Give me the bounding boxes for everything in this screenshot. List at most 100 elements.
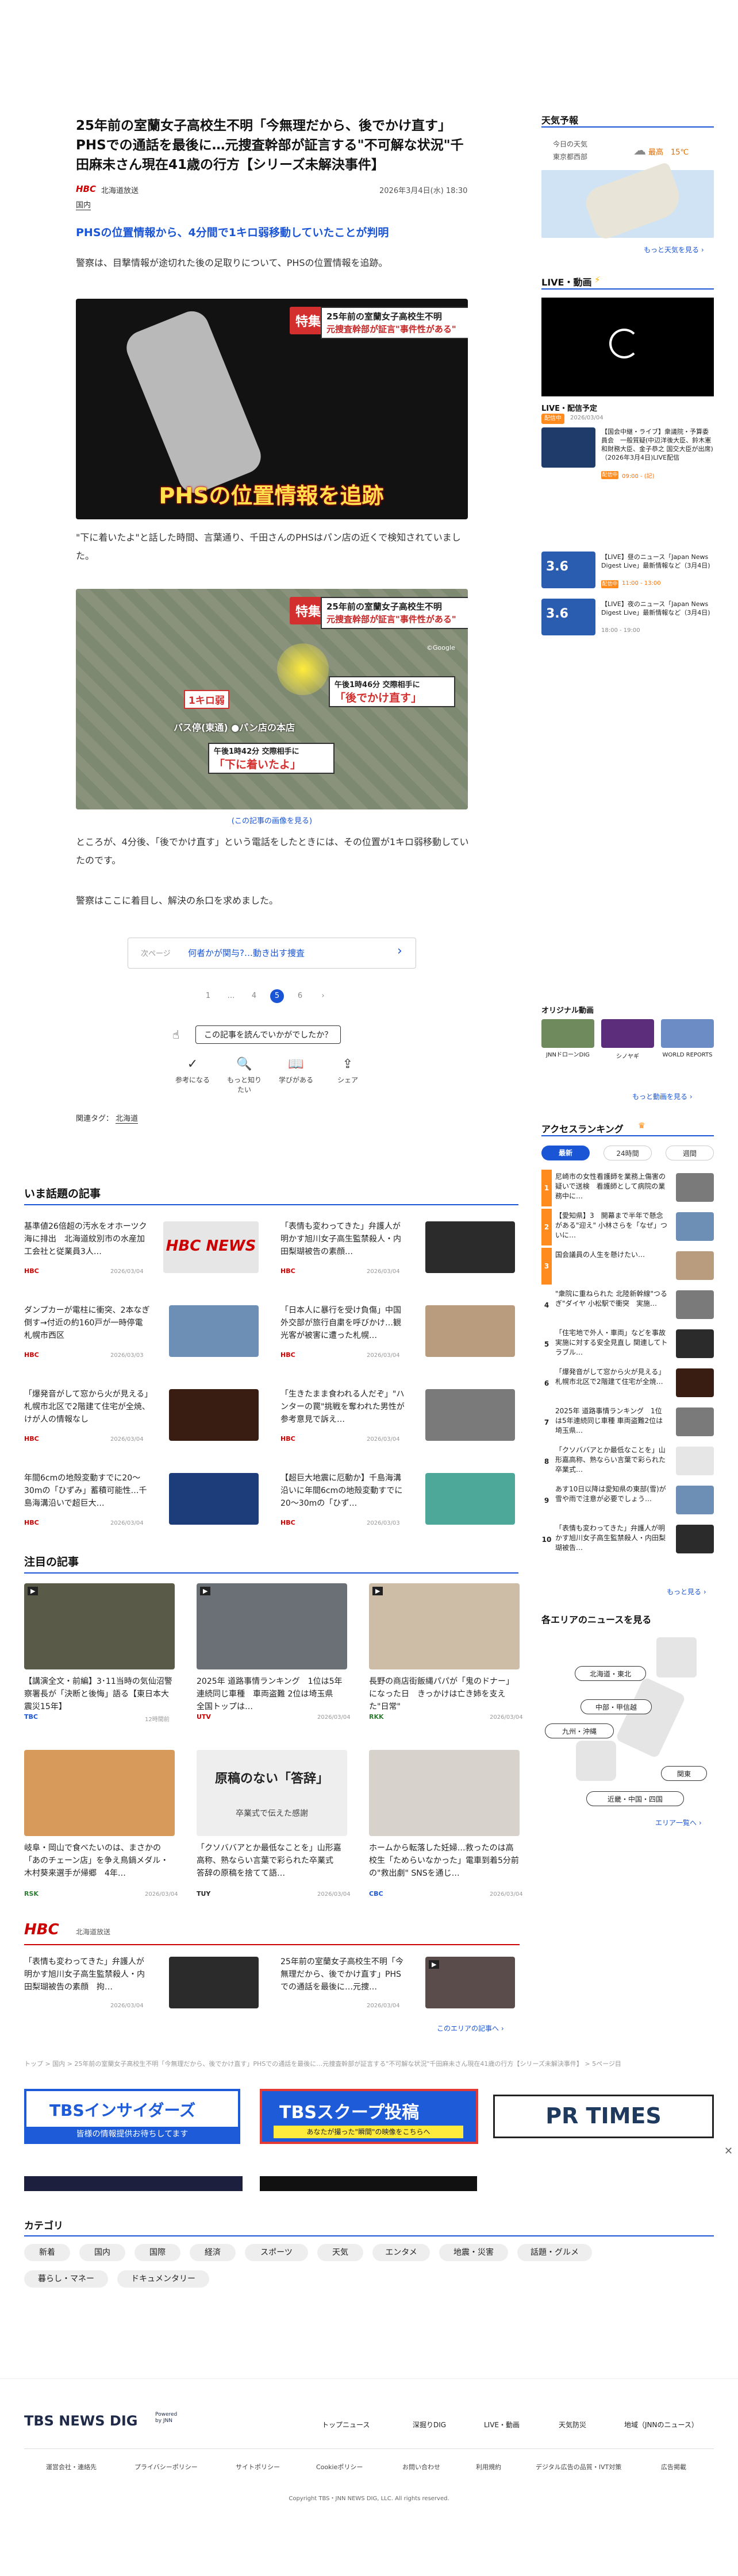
- view-images-link[interactable]: (この記事の画像を見る): [76, 815, 468, 826]
- area-tohoku[interactable]: 北海道・東北: [575, 1666, 646, 1681]
- close-icon[interactable]: ✕: [724, 2145, 733, 2157]
- original-label[interactable]: JNNドローンDIG: [541, 1051, 594, 1059]
- ranking-item[interactable]: 7 2025年 道路事情ランキング 1位は5年連続同じ車種 車両盗難2位は埼玉県…: [541, 1404, 714, 1441]
- trending-card[interactable]: 基準値26倍超の汚水をオホーツク海に排出 北海道紋別市の水産加工会社と従業員3人…: [24, 1220, 266, 1278]
- tag-hokkaido[interactable]: 北海道: [116, 1115, 139, 1124]
- weather-widget[interactable]: 今日の天気 東京都西部 ☁ 最高 15℃: [541, 136, 714, 242]
- article-category-tag[interactable]: 国内: [76, 199, 91, 210]
- page-1[interactable]: 1: [201, 989, 215, 1003]
- trending-card[interactable]: 「表情も変わってきた」弁護人が明かす旭川女子高生監禁殺人・内田梨瑚被告の素顔… …: [280, 1220, 522, 1278]
- footer-nav-dig[interactable]: 深掘りDIG: [413, 2420, 446, 2430]
- original-thumb[interactable]: [661, 1019, 714, 1048]
- article-image-phs[interactable]: 特集 25年前の室蘭女子高校生不明 元捜査幹部が証言"事件性がある" PHSの位…: [76, 299, 468, 519]
- banner-scoop[interactable]: TBSスクープ投稿 あなたが撮った"瞬間"の映像をこちらへ: [260, 2089, 478, 2144]
- area-chubu[interactable]: 中部・甲信越: [581, 1699, 652, 1714]
- area-kyushu[interactable]: 九州・沖縄: [545, 1723, 614, 1738]
- ranking-item[interactable]: 9 あす10日以降は愛知県の東部(雪)が 雪や雨で注意が必要でしょう…: [541, 1482, 714, 1519]
- footer-nav-local[interactable]: 地域（JNNのニュース）: [624, 2420, 698, 2430]
- article-source[interactable]: 北海道放送: [101, 184, 139, 195]
- loading-spinner-icon: [609, 329, 639, 358]
- article-image-map[interactable]: 特集 25年前の室蘭女子高校生不明 元捜査幹部が証言"事件性がある" 1キロ弱 …: [76, 589, 468, 809]
- category-economy[interactable]: 経済: [190, 2244, 236, 2261]
- reaction-learn[interactable]: 📖 学びがある: [276, 1057, 316, 1085]
- trending-card[interactable]: 「爆発音がして窓から火が見える」札幌市北区で2階建て住宅が全焼、けが人の情報なし…: [24, 1388, 266, 1445]
- featured-card[interactable]: 原稿のない「答辞」 卒業式で伝えた感謝 「クソババアとか最低なことを」山形嘉高称…: [197, 1750, 351, 1905]
- original-label[interactable]: シノヤギ: [601, 1051, 654, 1060]
- footer-link[interactable]: お問い合わせ: [402, 2462, 440, 2471]
- trending-card[interactable]: 【超巨大地震に厄動か】千島海溝沿いに年間6cmの地殻変動すでに20〜30mの「ひ…: [280, 1472, 522, 1529]
- weather-more-link[interactable]: もっと天気を見る ›: [644, 245, 704, 254]
- share-button[interactable]: ⇪ シェア: [328, 1057, 368, 1085]
- ranking-tab-latest[interactable]: 最新: [541, 1146, 590, 1160]
- footer-link[interactable]: 広告掲載: [661, 2462, 686, 2471]
- live-program[interactable]: 【国会中継・ライブ】衆議院・予算委員会 一般質疑(中辺洋後大臣、鈴木憲和財務大臣…: [541, 427, 714, 480]
- live-program[interactable]: 3.6 【LIVE】昼のニュース「Japan News Digest Live」…: [541, 552, 714, 592]
- footer-link[interactable]: Cookieポリシー: [316, 2462, 363, 2471]
- original-label[interactable]: WORLD REPORTS: [661, 1051, 714, 1059]
- reaction-more[interactable]: 🔍 もっと知りたい: [224, 1057, 264, 1094]
- footer-logo[interactable]: TBS NEWS DIG: [24, 2413, 137, 2429]
- featured-card[interactable]: ▶ 【講演全文・前編】3･11当時の気仙沼警察署長が「決断と後悔」語る【東日本大…: [24, 1583, 175, 1738]
- page-6[interactable]: 6: [293, 989, 307, 1003]
- category-life-money[interactable]: 暮らし・マネー: [24, 2270, 108, 2288]
- ranking-item[interactable]: 6 「爆発音がして窓から火が見える」札幌市北区で2階建て住宅が全焼…: [541, 1365, 714, 1402]
- trending-card[interactable]: 「日本人に暴行を受け負傷」中国外交部が旅行自粛を呼びかけ…観光客が被害に遭った札…: [280, 1304, 522, 1362]
- footer-nav-live[interactable]: LIVE・動画: [484, 2420, 520, 2430]
- area-kanto[interactable]: 関東: [661, 1766, 707, 1781]
- original-more-link[interactable]: もっと動画を見る ›: [632, 1092, 693, 1101]
- original-thumb[interactable]: [601, 1019, 654, 1048]
- ranking-item[interactable]: 5 「住宅地で外人・車両」などを事故実施に対する安全見直し 関連してトラブル…: [541, 1326, 714, 1363]
- trending-card[interactable]: 年間6cmの地殻変動すでに20〜30mの「ひずみ」蓄積可能性…千島海溝沿いで超巨…: [24, 1472, 266, 1529]
- footer-nav-weather[interactable]: 天気防災: [559, 2420, 586, 2430]
- ranking-tab-24h[interactable]: 24時間: [604, 1146, 652, 1160]
- hbc-news-logo: HBC NEWS: [166, 1237, 256, 1255]
- category-documentary[interactable]: ドキュメンタリー: [117, 2270, 209, 2288]
- hbc-logo[interactable]: HBC: [24, 1921, 59, 1938]
- page-5-current[interactable]: 5: [270, 989, 284, 1003]
- ranking-item[interactable]: 1 尼崎市の女性看護師を業務上傷害の疑いで送検 看護師として病院の業務中に…: [541, 1170, 714, 1206]
- area-kinki[interactable]: 近畿・中国・四国: [586, 1791, 684, 1806]
- banner-insiders[interactable]: TBSインサイダーズ 皆様の情報提供お待ちしてます: [24, 2089, 240, 2144]
- ranking-item[interactable]: 4 "衆院に重ねられた 北陸新幹線"つるぎ"ダイヤ 小松駅で衝突 実施…: [541, 1287, 714, 1324]
- footer-link[interactable]: サイトポリシー: [236, 2462, 280, 2471]
- ranking-item[interactable]: 3 国会議員の人生を懸けたい…: [541, 1248, 714, 1285]
- footer-link[interactable]: 運営会社・連絡先: [46, 2462, 97, 2471]
- original-thumb[interactable]: [541, 1019, 594, 1048]
- category-domestic[interactable]: 国内: [79, 2244, 125, 2261]
- category-new[interactable]: 新着: [24, 2244, 70, 2261]
- hbc-card[interactable]: 25年前の室蘭女子高校生不明「今無理だから、後でかけ直す」PHSでの通話を最後に…: [280, 1956, 522, 2013]
- category-entertainment[interactable]: エンタメ: [372, 2244, 430, 2261]
- trending-card[interactable]: ダンプカーが電柱に衝突、2本なぎ倒す→付近の約160戸が一時停電 札幌市西区 H…: [24, 1304, 266, 1362]
- featured-card[interactable]: ホームから転落した妊婦…救ったのは高校生「ためらいなかった」電車到着5分前の"救…: [369, 1750, 523, 1905]
- ranking-item[interactable]: 2 【愛知県】3 開幕まで半年で懸念がある"迎え" 小林さらを「なぜ」ついに…: [541, 1209, 714, 1245]
- reaction-useful[interactable]: ✓ 参考になる: [172, 1057, 213, 1085]
- category-gourmet[interactable]: 話題・グルメ: [517, 2244, 592, 2261]
- station-logo[interactable]: HBC: [76, 184, 96, 194]
- category-disaster[interactable]: 地震・災害: [439, 2244, 508, 2261]
- ranking-more-link[interactable]: もっと見る ›: [667, 1587, 706, 1596]
- page-next[interactable]: ›: [316, 989, 330, 1003]
- hbc-more-link[interactable]: このエリアの記事へ ›: [437, 2023, 504, 2033]
- featured-card[interactable]: ▶ 長野の商店街飯縄パパが「鬼のドナー」になった日 きっかけは亡き姉を支えた"日…: [369, 1583, 523, 1738]
- trending-card[interactable]: 「生きたまま食われる人だぞ」"ハンターの罠"挑戦を奪われた男性が参考意見で訴え……: [280, 1388, 522, 1445]
- featured-card[interactable]: ▶ 2025年 道路事情ランキング 1位は5年連続同じ車種 車両盗難 2位は埼玉…: [197, 1583, 351, 1738]
- hbc-card[interactable]: 「表情も変わってきた」弁護人が明かす旭川女子高生監禁殺人・内田梨瑚被告の素顔 拘…: [24, 1956, 266, 2013]
- footer-nav-top[interactable]: トップニュース: [322, 2420, 370, 2430]
- featured-card[interactable]: 岐阜・岡山で食べたいのは、まさかの「あのチェーン店」を争え鳥鍋メダル・木村葵来選…: [24, 1750, 178, 1905]
- footer-link[interactable]: プライバシーポリシー: [134, 2462, 198, 2471]
- breadcrumb[interactable]: トップ > 国内 > 25年前の室蘭女子高校生不明「今無理だから、後でかけ直す」…: [24, 2059, 685, 2068]
- page-4[interactable]: 4: [247, 989, 261, 1003]
- area-more-link[interactable]: エリア一覧へ ›: [655, 1818, 702, 1827]
- footer-link[interactable]: 利用規約: [476, 2462, 501, 2471]
- live-player[interactable]: [541, 298, 714, 396]
- ranking-tab-week[interactable]: 週間: [666, 1146, 714, 1160]
- category-sports[interactable]: スポーツ: [245, 2244, 308, 2261]
- banner-prtimes[interactable]: PR TIMES: [493, 2095, 714, 2138]
- footer-link[interactable]: デジタル広告の品質・IVT対策: [536, 2462, 621, 2471]
- ranking-item[interactable]: 8 「クソババアとか最低なことを」山形嘉高称、熟ならい言葉で彩られた卒業式…: [541, 1443, 714, 1480]
- category-international[interactable]: 国際: [134, 2244, 180, 2261]
- next-page-button[interactable]: 次ページ 何者かが関与?…動き出す捜査 ›: [128, 938, 416, 969]
- ranking-item[interactable]: 10 「表情も変わってきた」弁護人が明かす旭川女子高生監禁殺人・内田梨瑚被告…: [541, 1521, 714, 1558]
- category-weather[interactable]: 天気: [317, 2244, 363, 2261]
- live-program[interactable]: 3.6 【LIVE】夜のニュース「Japan News Digest Live」…: [541, 599, 714, 639]
